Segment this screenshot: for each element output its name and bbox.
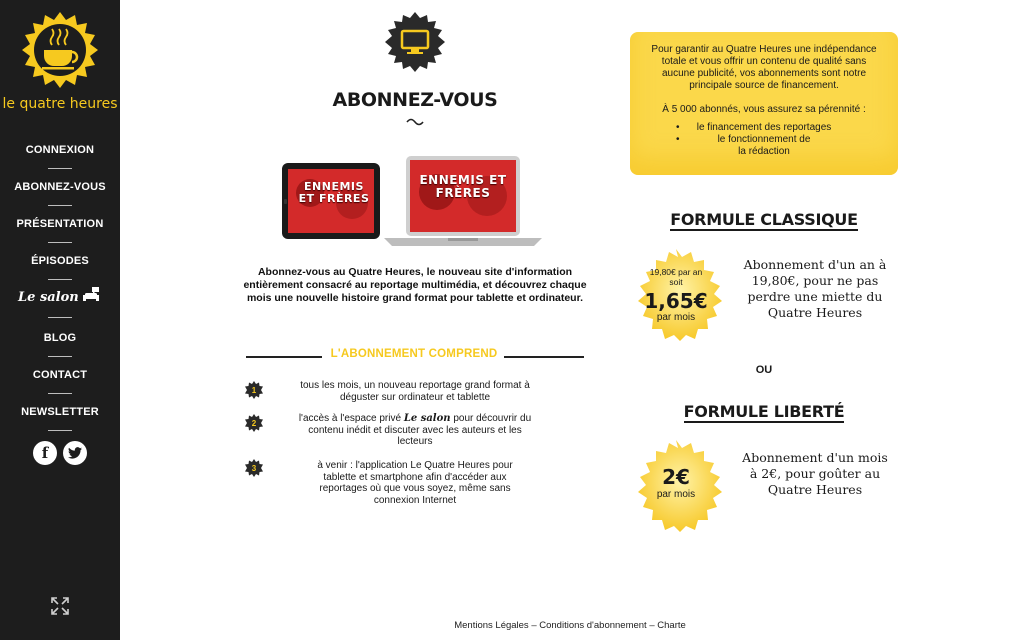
nav-connexion[interactable]: CONNEXION (0, 144, 120, 156)
nav-episodes[interactable]: ÉPISODES (0, 255, 120, 267)
number-badge-2: 2 (245, 414, 263, 432)
price-value: 2€ (662, 465, 690, 489)
nav-divider (48, 168, 72, 169)
footer-link-mentions[interactable]: Mentions Légales (454, 620, 528, 631)
abonnement-comprend-header: L'ABONNEMENT COMPREND (246, 348, 584, 364)
info-box: Pour garantir au Quatre Heures une indép… (630, 32, 898, 175)
tilde-divider (406, 118, 424, 126)
formule-classique-desc: Abonnement d'un an à 19,80€, pour ne pas… (743, 257, 887, 320)
nav-contact[interactable]: CONTACT (0, 369, 120, 381)
footer-link-charte[interactable]: Charte (657, 620, 686, 631)
coffee-cup-logo[interactable] (22, 12, 98, 88)
price-value: 1,65€ (644, 289, 708, 313)
twitter-icon[interactable] (63, 441, 87, 465)
item-2-text: l'accès à l'espace privé Le salon pour d… (290, 413, 540, 448)
item-1-text: tous les mois, un nouveau reportage gran… (300, 380, 530, 403)
formule-liberte-title: FORMULE LIBERTÉ (639, 402, 889, 423)
devices-illustration: ENNEMIS ET FRÈRES ENNEMIS ET FRÈRES (282, 154, 544, 250)
armchair-icon (83, 287, 99, 301)
tablet-screen-title: ENNEMIS ET FRÈRES (298, 180, 370, 205)
nav-blog[interactable]: BLOG (0, 332, 120, 344)
salon-label: Le salon (18, 290, 79, 305)
ou-separator: OU (755, 364, 773, 376)
nav-divider (48, 242, 72, 243)
monitor-badge-icon (385, 12, 445, 72)
laptop-image (384, 156, 542, 246)
comprend-title: L'ABONNEMENT COMPREND (330, 348, 498, 360)
expand-icon[interactable] (50, 596, 70, 616)
info-paragraph: Pour garantir au Quatre Heures une indép… (651, 44, 877, 91)
nav-divider (48, 317, 72, 318)
nav-presentation[interactable]: PRÉSENTATION (0, 218, 120, 230)
twitter-bird-icon (68, 447, 82, 459)
nav-divider (48, 356, 72, 357)
info-bullet: le financement des reportages (646, 122, 882, 134)
nav-le-salon[interactable]: Le salon (18, 287, 102, 308)
formule-classique-label: FORMULE CLASSIQUE (670, 210, 858, 231)
formule-liberte-label: FORMULE LIBERTÉ (683, 402, 845, 423)
divider-line (246, 356, 322, 358)
nav-divider (48, 279, 72, 280)
formule-classique-title: FORMULE CLASSIQUE (639, 210, 889, 231)
nav-divider (48, 430, 72, 431)
footer-separator: – (646, 620, 658, 631)
number-badge-3: 3 (245, 459, 263, 477)
nav-divider (48, 393, 72, 394)
number-badge-1: 1 (245, 381, 263, 399)
facebook-icon[interactable]: f (33, 441, 57, 465)
footer-link-conditions[interactable]: Conditions d'abonnement (539, 620, 646, 631)
number-badge-label: 2 (252, 419, 257, 428)
logo-text[interactable]: le quatre heures (0, 96, 120, 112)
formule-liberte-desc: Abonnement d'un mois à 2€, pour goûter a… (742, 450, 888, 497)
nav-divider (48, 205, 72, 206)
info-paragraph: À 5 000 abonnés, vous assurez sa pérenni… (662, 104, 866, 115)
price-small-text: 19,80€ par an soit (649, 267, 703, 287)
footer: Mentions Légales – Conditions d'abonneme… (430, 620, 710, 631)
item-2-text-before: l'accès à l'espace privé (298, 413, 404, 424)
info-bullet: le fonctionnement de la rédaction (646, 134, 882, 158)
sidebar: le quatre heures CONNEXION ABONNEZ-VOUS … (0, 0, 120, 640)
number-badge-label: 3 (252, 464, 257, 473)
divider-line (504, 356, 584, 358)
intro-text: Abonnez-vous au Quatre Heures, le nouvea… (243, 266, 587, 304)
nav-abonnez-vous[interactable]: ABONNEZ-VOUS (0, 181, 120, 193)
salon-inline-link[interactable]: Le salon (404, 413, 451, 424)
laptop-screen-title: ENNEMIS ET FRÈRES (419, 173, 507, 200)
price-unit: par mois (656, 489, 696, 500)
footer-separator: – (528, 620, 540, 631)
number-badge-label: 1 (252, 386, 257, 395)
item-3-text: à venir : l'application Le Quatre Heures… (317, 460, 513, 506)
price-unit: par mois (656, 312, 696, 323)
nav-newsletter[interactable]: NEWSLETTER (0, 406, 120, 418)
info-bullet-list: le financement des reportages le fonctio… (646, 122, 882, 158)
page-title: ABONNEZ-VOUS (332, 89, 498, 111)
